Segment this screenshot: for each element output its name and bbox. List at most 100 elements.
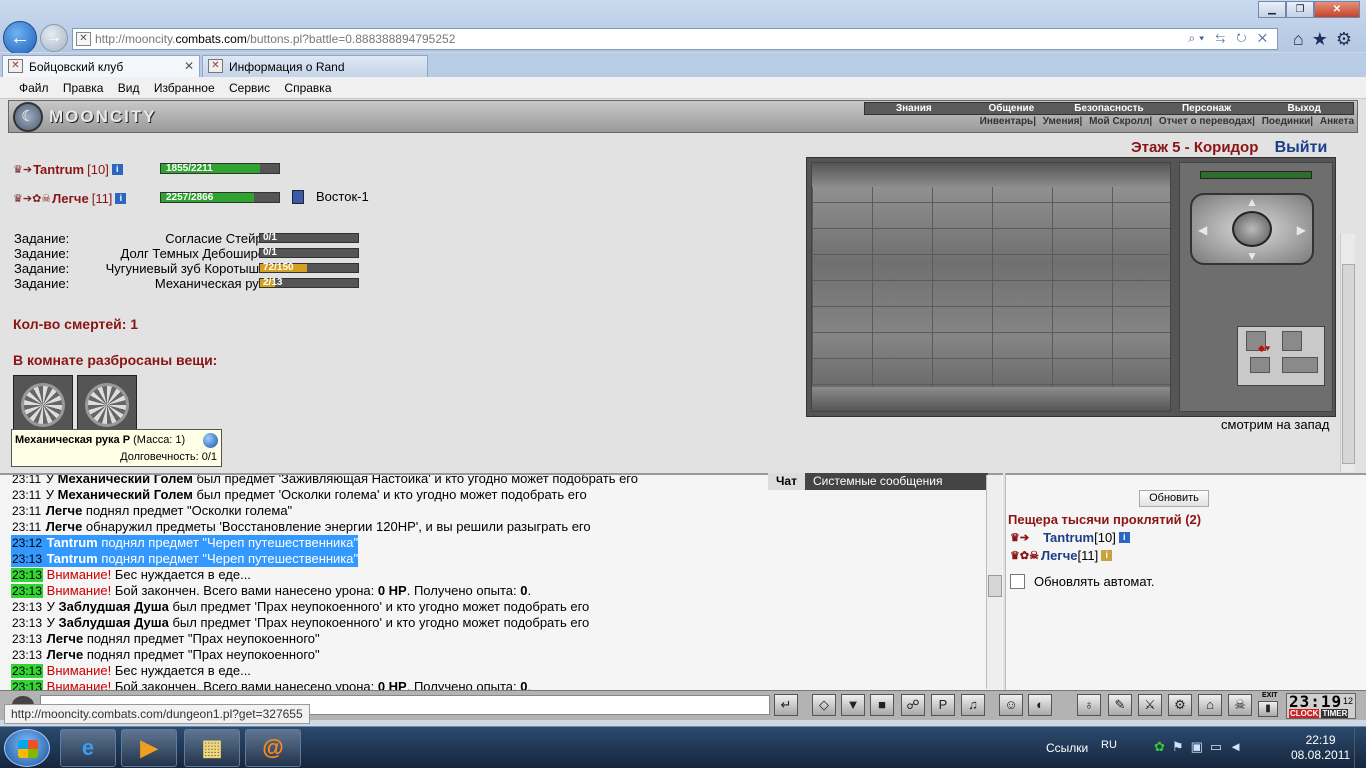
menu-communication[interactable]: Общение — [963, 103, 1061, 114]
network-icon[interactable]: ▣ — [1191, 739, 1210, 754]
volume-icon[interactable]: ◄ — [1229, 739, 1249, 754]
tab-close-icon[interactable]: ✕ — [184, 59, 194, 73]
exit-door-icon[interactable]: ▮ — [1258, 701, 1278, 717]
maximize-button[interactable]: ❐ — [1286, 1, 1314, 18]
taskbar-clock[interactable]: 22:19 08.08.2011 — [1291, 733, 1350, 763]
menu-character[interactable]: Персонаж — [1158, 103, 1256, 114]
submenu-inventory[interactable]: Инвентарь — [980, 116, 1034, 127]
menu-security[interactable]: Безопасность — [1060, 103, 1158, 114]
chat-player-name[interactable]: Легче — [46, 519, 83, 534]
submenu-transfers-report[interactable]: Отчет о переводах — [1159, 116, 1252, 127]
player-info-icon[interactable]: i — [111, 164, 123, 175]
menu-favorites[interactable]: Избранное — [154, 81, 215, 95]
chat-player-name[interactable]: Tantrum — [47, 551, 98, 566]
tray-icons[interactable]: ✿⚑▣▭◄ — [1154, 739, 1249, 755]
room-player-name[interactable]: Tantrum — [1043, 530, 1094, 545]
tab-chat[interactable]: Чат — [768, 473, 805, 490]
private-icon[interactable]: P — [931, 694, 955, 716]
eraser-icon[interactable]: ◇ — [812, 694, 836, 716]
settings-gear-icon[interactable]: ⚙ — [1336, 29, 1360, 49]
player-info-icon[interactable]: i — [1118, 532, 1130, 543]
tab-fight-club[interactable]: ✕ Бойцовский клуб ✕ — [2, 55, 200, 77]
chat-player-name[interactable]: Легче — [47, 647, 84, 662]
task-progress-text: 0/1 — [263, 247, 277, 258]
room-player-name[interactable]: Легче — [1041, 548, 1078, 563]
menu-knowledge[interactable]: Знания — [865, 103, 963, 114]
tab-system-messages[interactable]: Системные сообщения — [805, 473, 951, 490]
back-button[interactable]: ← — [3, 21, 37, 55]
save-icon[interactable]: ■ — [870, 694, 894, 716]
scrollbar-thumb[interactable] — [988, 575, 1002, 597]
dungeon-title-row: Этаж 5 - Коридор Выйти — [1131, 139, 1327, 157]
player-name[interactable]: Легче — [52, 191, 89, 206]
icq-icon[interactable]: ✿ — [1154, 739, 1172, 754]
chat-player-name[interactable]: Легче — [46, 503, 83, 518]
language-indicator[interactable]: RU — [1101, 739, 1117, 751]
room-item-mech-hand[interactable] — [77, 375, 137, 435]
submenu-skills[interactable]: Умения — [1043, 116, 1080, 127]
address-tools-icons[interactable]: ⌕▾ ⇆ ↻ ✕ — [1188, 31, 1271, 46]
menu-exit[interactable]: Выход — [1255, 103, 1353, 114]
gear-icon[interactable]: ⚙ — [1168, 694, 1192, 716]
lock-icon[interactable]: ⌂ — [1198, 694, 1222, 716]
chat-player-name[interactable]: Заблудшая Душа — [59, 599, 169, 614]
refresh-view-icon[interactable] — [1232, 211, 1272, 247]
submenu-profile[interactable]: Анкета — [1320, 116, 1354, 127]
chat-player-name[interactable]: Механический Голем — [58, 487, 193, 502]
move-forward-icon[interactable]: ▲ — [1246, 195, 1258, 209]
menu-file[interactable]: Файл — [19, 81, 49, 95]
filter-icon[interactable]: ▼ — [841, 694, 865, 716]
menu-view[interactable]: Вид — [118, 81, 140, 95]
flag-icon[interactable]: ⚑ — [1172, 739, 1191, 754]
taskbar-ie[interactable]: e — [60, 729, 116, 767]
armor-icon[interactable]: ⚔ — [1138, 694, 1162, 716]
menu-edit[interactable]: Правка — [63, 81, 104, 95]
chat-scrollbar[interactable] — [986, 475, 1002, 689]
close-window-button[interactable]: ✕ — [1314, 1, 1360, 18]
page-scrollbar[interactable] — [1340, 234, 1355, 472]
chat-text: Бой закончен. Всего вами нанесено урона: — [111, 583, 378, 598]
home-icon[interactable]: ⌂ — [1293, 29, 1312, 49]
smiley-icon[interactable]: ☺ — [999, 694, 1023, 716]
monitor-icon[interactable]: ▭ — [1210, 739, 1229, 754]
player-info-icon[interactable]: i — [1101, 550, 1113, 561]
helmet-icon[interactable]: ◐ — [1028, 694, 1052, 716]
taskbar-mail-agent[interactable]: @ — [245, 729, 301, 767]
chat-text: поднял предмет "Прах неупокоенного" — [83, 647, 320, 662]
favorites-star-icon[interactable]: ★ — [1312, 29, 1336, 49]
menu-tools[interactable]: Сервис — [229, 81, 270, 95]
turn-left-icon[interactable]: ◀ — [1198, 223, 1207, 237]
scrollbar-thumb[interactable] — [1342, 264, 1355, 464]
tab-info-rand[interactable]: ✕ Информация о Rand — [202, 55, 428, 77]
chat-player-name[interactable]: Tantrum — [47, 535, 98, 550]
submenu-fights[interactable]: Поединки — [1262, 116, 1311, 127]
submenu-my-scroll[interactable]: Мой Скролл — [1089, 116, 1149, 127]
player-name[interactable]: Tantrum — [33, 162, 84, 177]
start-button[interactable] — [4, 729, 50, 767]
scroll-icon[interactable]: ✎ — [1108, 694, 1132, 716]
room-item-mech-hand[interactable] — [13, 375, 73, 435]
skull-icon[interactable]: ☠ — [1228, 694, 1252, 716]
chat-player-name[interactable]: Заблудшая Душа — [59, 615, 169, 630]
player-info-icon[interactable]: i — [115, 193, 127, 204]
chat-player-name[interactable]: Легче — [47, 631, 84, 646]
taskbar-explorer[interactable]: ▦ — [184, 729, 240, 767]
game-logo[interactable]: ☾ MOONCITY — [13, 102, 163, 132]
refresh-button[interactable]: Обновить — [1139, 490, 1209, 507]
exit-dungeon-link[interactable]: Выйти — [1275, 139, 1328, 156]
sound-icon[interactable]: ♫ — [961, 694, 985, 716]
minimize-button[interactable]: ▁ — [1258, 1, 1286, 18]
send-enter-icon[interactable]: ↵ — [774, 694, 798, 716]
turn-right-icon[interactable]: ▶ — [1297, 223, 1306, 237]
auto-refresh-checkbox[interactable] — [1010, 574, 1025, 589]
forward-button[interactable]: → — [40, 24, 68, 52]
bottle-icon[interactable]: ♁ — [1077, 694, 1101, 716]
show-desktop-button[interactable] — [1354, 727, 1366, 768]
walk-icon[interactable]: ☍ — [901, 694, 925, 716]
chat-player-name[interactable]: Механический Голем — [58, 475, 193, 486]
address-bar[interactable]: ✕ http://mooncity. combats.com/buttons.pl… — [72, 28, 1278, 50]
menu-help[interactable]: Справка — [284, 81, 331, 95]
links-toolbar[interactable]: Ссылки — [1046, 741, 1088, 755]
taskbar-media-player[interactable]: ▶ — [121, 729, 177, 767]
move-back-icon[interactable]: ▼ — [1246, 249, 1258, 263]
